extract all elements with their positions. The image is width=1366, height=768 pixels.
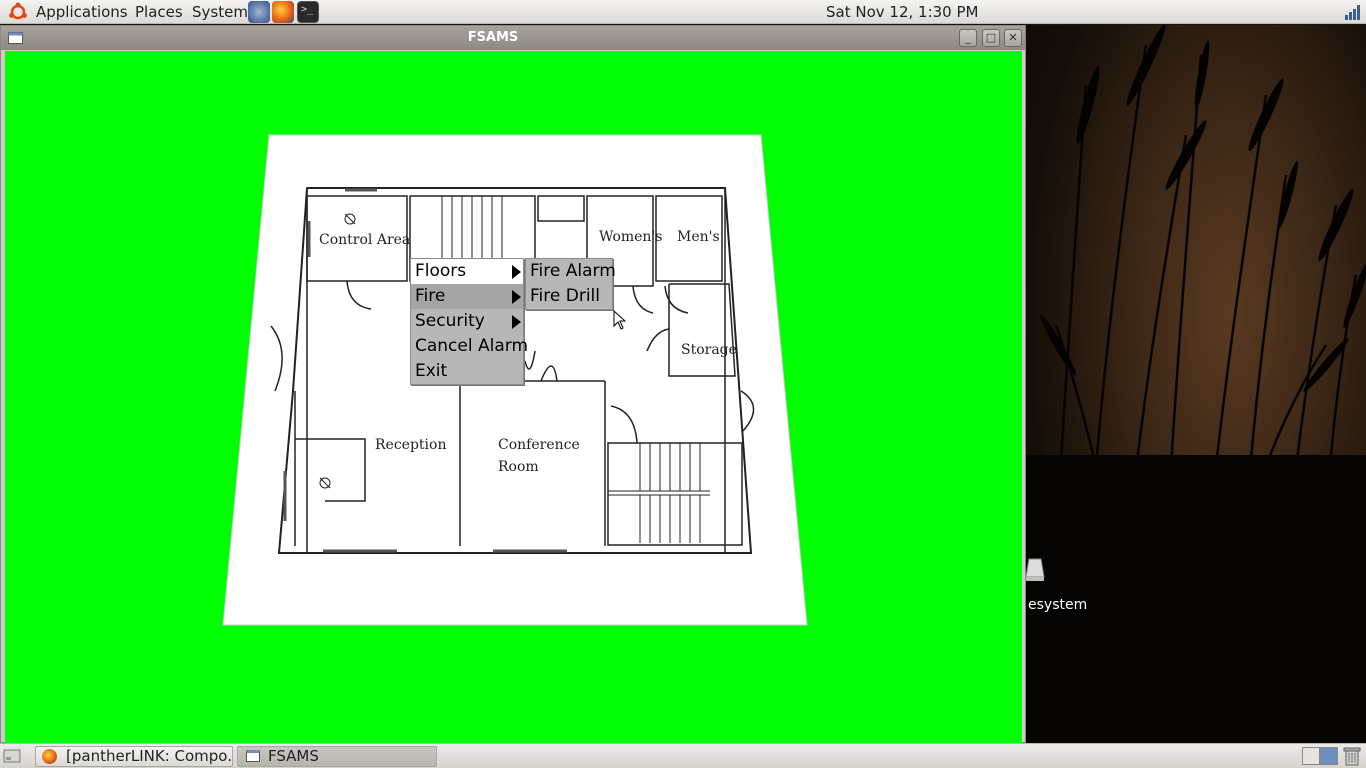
- room-label-womens: Women's: [599, 229, 662, 245]
- close-button[interactable]: ✕: [1004, 29, 1022, 47]
- network-signal-icon[interactable]: [1344, 4, 1362, 20]
- room-label-reception: Reception: [375, 437, 446, 453]
- window-titlebar[interactable]: FSAMS _ □ ✕: [1, 26, 1025, 50]
- trash-icon[interactable]: [1343, 746, 1361, 766]
- maximize-button[interactable]: □: [982, 29, 1000, 47]
- floor-plan[interactable]: Control Area Women's Men's Storage Recep…: [5, 51, 1022, 744]
- room-label-conference: Conference: [498, 437, 580, 453]
- desktop-icon-label[interactable]: esystem: [1028, 597, 1087, 613]
- room-label-mens: Men's: [677, 229, 720, 245]
- fsams-window: FSAMS _ □ ✕ Control Area Women's Men's S…: [0, 25, 1026, 744]
- room-label-control-area: Control Area: [319, 232, 410, 248]
- window-title: FSAMS: [467, 30, 519, 45]
- fire-submenu: Fire Alarm Fire Drill: [525, 258, 616, 310]
- clock[interactable]: Sat Nov 12, 1:30 PM: [826, 3, 978, 21]
- mouse-cursor-icon: [613, 310, 627, 330]
- firefox-launcher-icon[interactable]: [272, 1, 294, 23]
- drive-icon[interactable]: [1026, 557, 1046, 583]
- window-icon: [246, 750, 260, 762]
- taskbar-item-pantherlink[interactable]: [pantherLINK: Compo...: [35, 746, 233, 767]
- room-label-room: Room: [498, 459, 539, 475]
- submenu-arrow-icon: [512, 290, 521, 304]
- menu-item-security[interactable]: Security: [411, 309, 523, 334]
- menu-item-cancel-alarm-label: Cancel Alarm: [415, 336, 529, 356]
- system-menu[interactable]: System: [192, 3, 248, 21]
- submenu-arrow-icon: [512, 315, 521, 329]
- menu-item-exit-label: Exit: [415, 361, 448, 381]
- submenu-arrow-icon: [512, 265, 521, 279]
- network-launcher-icon[interactable]: [248, 1, 270, 23]
- fsams-canvas[interactable]: Control Area Women's Men's Storage Recep…: [5, 51, 1022, 744]
- menu-item-fire-alarm[interactable]: Fire Alarm: [526, 259, 616, 284]
- ubuntu-logo-icon[interactable]: [8, 2, 28, 22]
- close-icon: ✕: [1008, 31, 1018, 44]
- menu-item-fire[interactable]: Fire: [411, 284, 523, 309]
- taskbar-item-label: [pantherLINK: Compo...: [66, 747, 233, 765]
- menu-item-cancel-alarm[interactable]: Cancel Alarm: [411, 334, 528, 359]
- context-menu: Floors Fire Security Cancel Alarm Exit: [410, 258, 528, 385]
- top-panel: Applications Places System >_ Sat Nov 12…: [0, 0, 1366, 24]
- maximize-icon: □: [985, 31, 997, 44]
- applications-menu[interactable]: Applications: [36, 3, 128, 21]
- menu-item-exit[interactable]: Exit: [411, 359, 523, 384]
- minimize-button[interactable]: _: [959, 29, 977, 47]
- firefox-icon: [42, 749, 57, 764]
- menu-item-fire-drill[interactable]: Fire Drill: [526, 284, 612, 309]
- minimize-icon: _: [965, 31, 971, 44]
- places-menu[interactable]: Places: [135, 3, 183, 21]
- menu-item-security-label: Security: [415, 311, 485, 331]
- desktop: esystem: [1026, 25, 1366, 743]
- bottom-panel: [pantherLINK: Compo... FSAMS: [0, 743, 1366, 768]
- menu-item-floors-label: Floors: [415, 261, 467, 281]
- menu-item-fire-label: Fire: [415, 286, 446, 306]
- workspace-switcher-icon[interactable]: [1302, 747, 1338, 765]
- taskbar-item-label: FSAMS: [268, 747, 319, 765]
- taskbar-item-fsams[interactable]: FSAMS: [237, 746, 437, 767]
- show-desktop-icon[interactable]: [3, 748, 21, 764]
- room-label-storage: Storage: [681, 342, 737, 358]
- menu-item-floors[interactable]: Floors: [411, 259, 523, 284]
- grass-silhouette: [1026, 25, 1366, 743]
- terminal-launcher-icon[interactable]: >_: [297, 1, 319, 23]
